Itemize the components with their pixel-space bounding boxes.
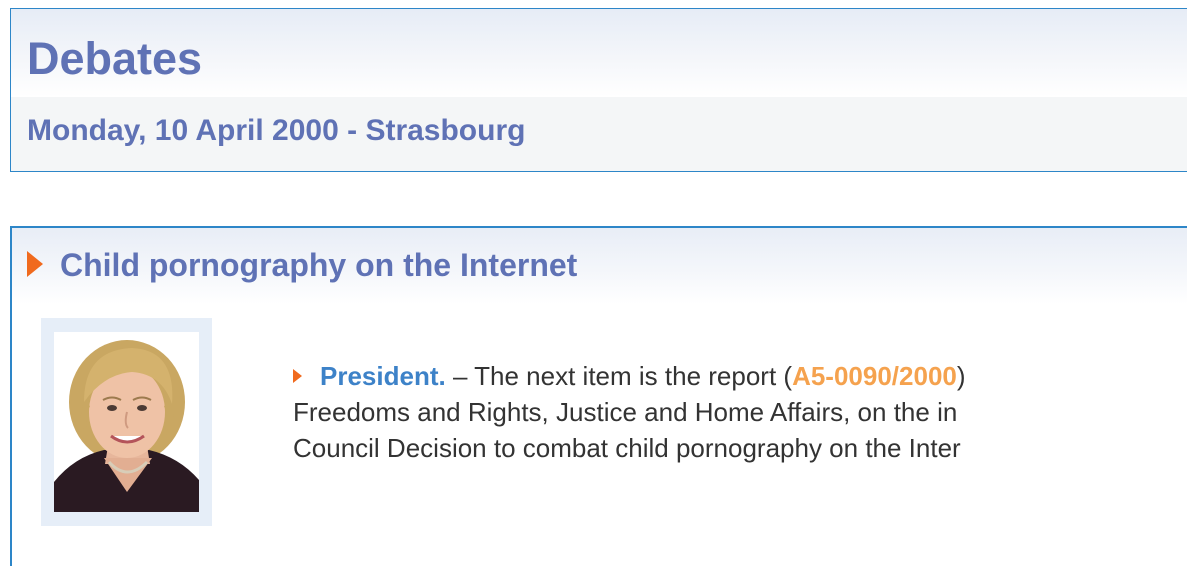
document-reference-link[interactable]: A5-0090/2000 [792, 361, 957, 391]
debate-item-title[interactable]: Child pornography on the Internet [60, 247, 577, 284]
speech-line-3: Council Decision to combat child pornogr… [293, 433, 961, 463]
debate-item-header[interactable]: Child pornography on the Internet [12, 228, 1187, 304]
debate-item: Child pornography on the Internet Presid… [10, 226, 1187, 566]
speech-text: President. – The next item is the report… [293, 358, 1187, 466]
orange-triangle-arrow-icon [27, 251, 43, 277]
speaker-photo [54, 332, 199, 512]
speech-line-1: President. – The next item is the report… [293, 358, 1187, 394]
orange-triangle-arrow-icon [293, 369, 302, 384]
speaker-name-link[interactable]: President. [320, 361, 446, 391]
speech-text-segment: ) [956, 361, 966, 391]
page-title: Debates [27, 33, 203, 84]
session-bar: Monday, 10 April 2000 - Strasbourg [11, 97, 1187, 171]
speaker-photo-frame [41, 318, 212, 526]
session-date-location: Monday, 10 April 2000 - Strasbourg [27, 114, 526, 147]
debates-header: Debates Monday, 10 April 2000 - Strasbou… [10, 8, 1187, 172]
speech-text-segment: – The next item is the report ( [445, 361, 793, 391]
header-title-bar: Debates [11, 9, 1187, 97]
speech-line-2: Freedoms and Rights, Justice and Home Af… [293, 397, 958, 427]
